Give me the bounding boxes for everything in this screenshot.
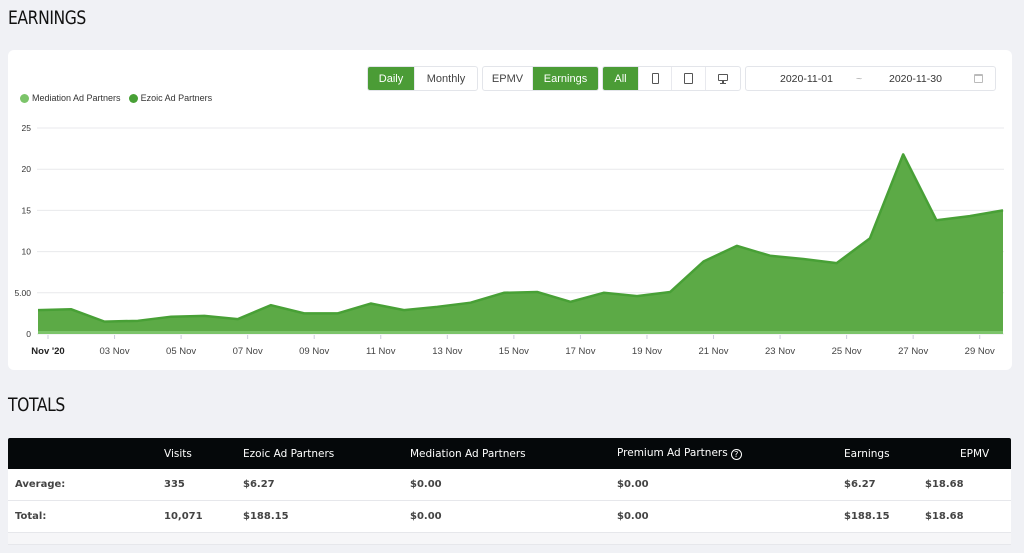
cell-ezoic: $188.15 [243,511,289,522]
x-tick-label: 19 Nov [632,346,662,357]
x-tick-label: 15 Nov [499,346,529,357]
x-tick-label: Nov '20 [31,346,64,357]
mobile-button[interactable] [639,67,672,90]
desktop-button[interactable] [706,67,740,90]
row-label: Average: [15,479,66,490]
series-area-ezoic [38,154,1003,334]
x-tick-label: 03 Nov [99,346,129,357]
col-header-premium: Premium Ad Partners? [617,447,742,460]
legend-item-ezoic[interactable]: Ezoic Ad Partners [128,93,213,103]
cell-mediation: $0.00 [410,479,442,490]
date-start-input[interactable]: 2020-11-01 [780,73,833,85]
table-row-average: Average: 335 $6.27 $0.00 $0.00 $6.27 $18… [8,469,1011,501]
date-range-picker[interactable]: 2020-11-01 ~ 2020-11-30 [745,66,996,91]
y-tick-label: 25 [22,123,32,133]
legend-dot-mediation [20,93,29,103]
calendar-icon[interactable] [974,74,983,83]
x-tick-label: 29 Nov [965,346,995,357]
cell-epmv: $18.68 [925,511,964,522]
date-separator: ~ [856,72,863,85]
cell-earnings: $188.15 [844,511,890,522]
legend-dot-ezoic [128,93,138,103]
desktop-icon [718,73,728,84]
col-header-visits: Visits [164,447,192,460]
legend-item-mediation[interactable]: Mediation Ad Partners [20,93,121,103]
tablet-button[interactable] [672,67,706,90]
metric-toggle: EPMV Earnings [482,66,599,91]
x-tick-label: 23 Nov [765,346,795,357]
daily-button[interactable]: Daily [368,67,415,90]
x-tick-label: 09 Nov [299,346,329,357]
cell-mediation: $0.00 [410,511,442,522]
earnings-title: EARNINGS [8,7,86,29]
table-row-total: Total: 10,071 $188.15 $0.00 $0.00 $188.1… [8,501,1011,533]
col-header-mediation: Mediation Ad Partners [410,447,526,460]
totals-table: Visits Ezoic Ad Partners Mediation Ad Pa… [8,438,1011,545]
col-header-premium-label: Premium Ad Partners [617,447,728,459]
x-tick-label: 27 Nov [898,346,928,357]
phone-icon [651,73,659,84]
y-tick-label: 10 [22,247,32,257]
cell-premium: $0.00 [617,479,649,490]
cell-epmv: $18.68 [925,479,964,490]
totals-title: TOTALS [8,394,65,416]
earnings-chart-card: 0 5.00 10 15 20 25 Nov '20 03 Nov 05 Nov 07 Nov 09… [8,50,1012,370]
x-tick-label: 05 Nov [166,346,196,357]
date-end-input[interactable]: 2020-11-30 [889,73,942,85]
legend-label: Mediation Ad Partners [32,93,121,103]
monthly-button[interactable]: Monthly [415,67,477,90]
y-tick-label: 5.00 [14,288,31,298]
help-icon[interactable]: ? [730,449,742,460]
x-tick-label: 17 Nov [565,346,595,357]
col-header-epmv: EPMV [960,447,990,460]
x-tick-label: 25 Nov [832,346,862,357]
period-toggle: Daily Monthly [367,66,478,91]
chart-legend: Mediation Ad Partners Ezoic Ad Partners [20,93,212,103]
cell-ezoic: $6.27 [243,479,275,490]
y-tick-label: 20 [22,164,32,174]
legend-label: Ezoic Ad Partners [140,93,213,103]
y-tick-label: 15 [22,205,32,215]
table-header: Visits Ezoic Ad Partners Mediation Ad Pa… [8,438,1011,469]
row-label: Total: [15,511,47,522]
table-footer [8,533,1011,545]
col-header-earnings: Earnings [844,447,890,460]
x-tick-label: 11 Nov [366,346,396,357]
cell-visits: 10,071 [164,511,203,522]
y-tick-label: 0 [26,329,31,339]
x-tick-label: 21 Nov [698,346,728,357]
x-tick-label: 07 Nov [233,346,263,357]
x-tick-label: 13 Nov [432,346,462,357]
tablet-icon [684,73,693,84]
all-devices-button[interactable]: All [603,67,639,90]
device-toggle: All [602,66,741,91]
earnings-button[interactable]: Earnings [533,67,598,90]
cell-premium: $0.00 [617,511,649,522]
cell-earnings: $6.27 [844,479,876,490]
col-header-ezoic: Ezoic Ad Partners [243,447,335,460]
epmv-button[interactable]: EPMV [483,67,533,90]
cell-visits: 335 [164,479,185,490]
